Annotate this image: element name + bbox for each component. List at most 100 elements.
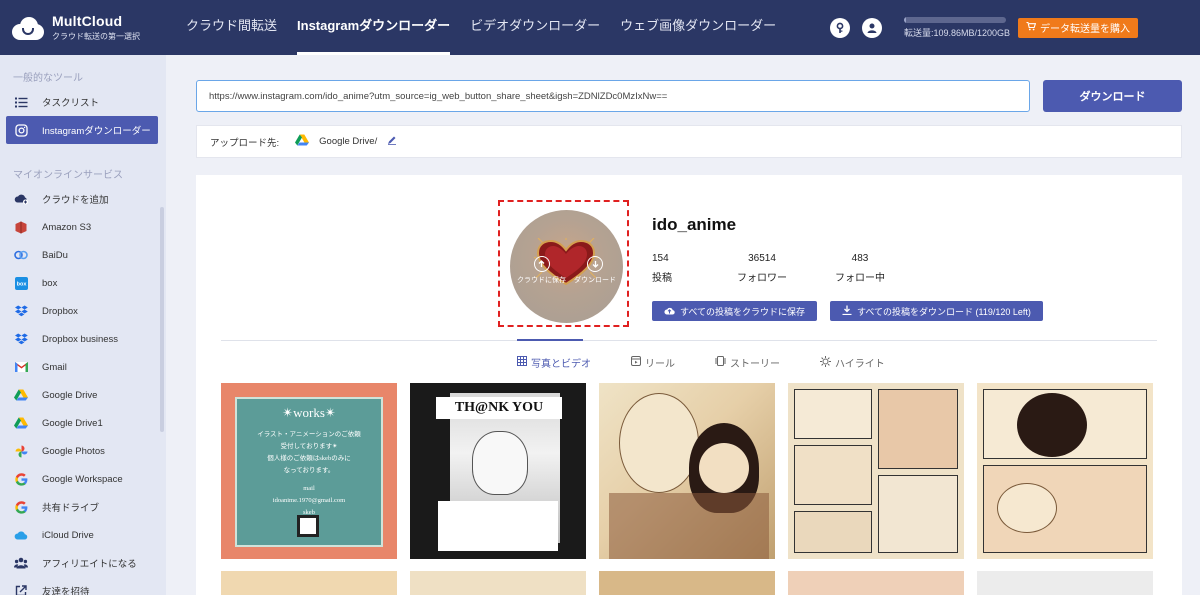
edit-icon[interactable] xyxy=(387,135,397,148)
tab-highlights[interactable]: ハイライト xyxy=(820,355,885,370)
post-thumbnail[interactable]: TH@NK YOU xyxy=(410,383,586,559)
grid-icon xyxy=(517,356,527,369)
icloud-icon xyxy=(14,528,28,542)
sidebar-item-gmail[interactable]: Gmail xyxy=(0,353,166,381)
user-icon[interactable] xyxy=(862,17,882,38)
cloud-upload-icon xyxy=(533,256,550,272)
buy-transfer-button[interactable]: データ転送量を購入 xyxy=(1018,17,1138,38)
sidebar-item-google-photos[interactable]: Google Photos xyxy=(0,437,166,465)
google-drive-icon xyxy=(14,388,28,402)
multcloud-logo-icon xyxy=(10,15,46,41)
stat-posts-value: 154 xyxy=(652,253,669,264)
stat-following-label: フォロー中 xyxy=(835,273,885,284)
sidebar-item-dropbox-business[interactable]: Dropbox business xyxy=(0,325,166,353)
sidebar-item-label: タスクリスト xyxy=(42,98,100,109)
save-all-to-cloud-button[interactable]: すべての投稿をクラウドに保存 xyxy=(652,301,818,321)
nav-web-image-downloader[interactable]: ウェブ画像ダウンローダー xyxy=(610,0,786,55)
tab-photos-videos[interactable]: 写真とビデオ xyxy=(517,355,591,370)
sidebar-item-baidu[interactable]: BaiDu xyxy=(0,241,166,269)
google-icon xyxy=(14,472,28,486)
sidebar-item-google-drive[interactable]: Google Drive xyxy=(0,381,166,409)
stat-following-value: 483 xyxy=(851,253,869,264)
logo[interactable]: MultCloud クラウド転送の第一選択 xyxy=(0,13,166,42)
stat-followers-value: 36514 xyxy=(748,253,776,264)
sidebar-item-dropbox[interactable]: Dropbox xyxy=(0,297,166,325)
sidebar-item-label: Google Drive1 xyxy=(42,417,103,429)
sidebar-item-instagram-downloader[interactable]: Instagramダウンローダー xyxy=(6,116,158,144)
sidebar-item-label: Google Drive xyxy=(42,389,98,401)
baidu-icon xyxy=(14,248,28,262)
reel-icon xyxy=(631,356,641,369)
tab-stories[interactable]: ストーリー xyxy=(715,355,780,370)
svg-text:box: box xyxy=(16,281,27,287)
sidebar-item-add-cloud[interactable]: クラウドを追加 xyxy=(0,185,166,213)
avatar-download[interactable]: ダウンロード xyxy=(574,256,616,285)
post-thumbnail[interactable] xyxy=(788,383,964,559)
download-button[interactable]: ダウンロード xyxy=(1043,80,1182,112)
post-thumbnail[interactable]: ✴works✴ イラスト・アニメーションのご依頼 受付しております✴ 個人様のご… xyxy=(221,383,397,559)
post-thumbnail[interactable] xyxy=(410,571,586,595)
nav-cloud-transfer[interactable]: クラウド間転送 xyxy=(176,0,287,55)
google-drive-icon xyxy=(295,134,310,149)
profile-panel: クラウドに保存 ダウンロード ido_anime 154 投稿 36514 フォ… xyxy=(196,175,1182,595)
instagram-icon xyxy=(14,123,28,137)
post-thank-you-banner: TH@NK YOU xyxy=(436,397,562,419)
add-cloud-icon xyxy=(14,192,28,206)
stat-following: 483 フォロー中 xyxy=(802,253,918,284)
sidebar-item-affiliate[interactable]: アフィリエイトになる xyxy=(0,549,166,577)
buy-transfer-label: データ転送量を購入 xyxy=(1040,24,1130,35)
main-content: ダウンロード アップロード先: Google Drive/ xyxy=(166,55,1200,595)
sidebar-item-label: アフィリエイトになる xyxy=(42,559,137,570)
sidebar-scrollbar[interactable] xyxy=(160,207,164,432)
sidebar-item-label: Gmail xyxy=(42,361,67,373)
active-tab-indicator xyxy=(517,339,583,341)
avatar-download-label: ダウンロード xyxy=(574,277,616,284)
download-all-label: すべての投稿をダウンロード (119/120 Left) xyxy=(857,306,1031,317)
sidebar-item-label: Dropbox business xyxy=(42,333,119,345)
sidebar-item-amazon-s3[interactable]: Amazon S3 xyxy=(0,213,166,241)
download-icon xyxy=(587,256,603,272)
stat-followers-label: フォロワー xyxy=(737,273,787,284)
post-thumbnail[interactable] xyxy=(599,571,775,595)
sidebar-item-label: 友達を招待 xyxy=(42,587,90,595)
tab-label: リール xyxy=(645,359,675,370)
sidebar-item-task-list[interactable]: タスクリスト xyxy=(0,88,166,116)
sidebar-item-invite[interactable]: 友達を招待 xyxy=(0,577,166,595)
profile-avatar[interactable]: クラウドに保存 ダウンロード xyxy=(510,210,623,323)
sidebar-item-label: Amazon S3 xyxy=(42,221,92,233)
download-icon xyxy=(842,305,852,317)
sidebar: 一般的なツール タスクリスト Instagramダウンローダー マイオンラインサ… xyxy=(0,55,166,595)
post-thumbnail[interactable] xyxy=(599,383,775,559)
save-all-label: すべての投稿をクラウドに保存 xyxy=(680,306,806,317)
amazon-s3-icon xyxy=(14,220,28,234)
tab-reels[interactable]: リール xyxy=(631,355,675,370)
sidebar-item-label: Instagramダウンローダー xyxy=(42,126,151,137)
post-thumbnail[interactable] xyxy=(221,571,397,595)
main-nav: クラウド間転送 Instagramダウンローダー ビデオダウンローダー ウェブ画… xyxy=(176,0,786,55)
sidebar-item-google-drive1[interactable]: Google Drive1 xyxy=(0,409,166,437)
google-icon xyxy=(14,500,28,514)
key-icon[interactable] xyxy=(830,17,850,38)
invite-icon xyxy=(14,584,28,595)
instagram-url-input[interactable] xyxy=(196,80,1030,112)
sidebar-item-box[interactable]: box box xyxy=(0,269,166,297)
sidebar-section-online: マイオンラインサービス xyxy=(13,170,123,181)
upload-destination-label: アップロード先: xyxy=(210,137,280,149)
profile-stats: 154 投稿 36514 フォロワー 483 フォロー中 xyxy=(652,253,918,284)
nav-instagram-downloader[interactable]: Instagramダウンローダー xyxy=(287,0,460,55)
post-works-text: 受付しております✴ xyxy=(280,443,338,450)
google-drive-icon xyxy=(14,416,28,430)
sidebar-item-icloud-drive[interactable]: iCloud Drive xyxy=(0,521,166,549)
post-thumbnail[interactable] xyxy=(977,571,1153,595)
sidebar-item-google-workspace[interactable]: Google Workspace xyxy=(0,465,166,493)
nav-video-downloader[interactable]: ビデオダウンローダー xyxy=(460,0,610,55)
download-all-button[interactable]: すべての投稿をダウンロード (119/120 Left) xyxy=(830,301,1043,321)
tab-label: ストーリー xyxy=(730,359,780,370)
post-works-text: イラスト・アニメーションのご依頼 xyxy=(257,431,361,438)
sidebar-item-label: BaiDu xyxy=(42,249,68,261)
sidebar-item-shared-drive[interactable]: 共有ドライブ xyxy=(0,493,166,521)
sidebar-item-label: クラウドを追加 xyxy=(42,195,109,206)
post-thumbnail[interactable] xyxy=(977,383,1153,559)
avatar-save-to-cloud[interactable]: クラウドに保存 xyxy=(517,256,566,285)
post-thumbnail[interactable] xyxy=(788,571,964,595)
